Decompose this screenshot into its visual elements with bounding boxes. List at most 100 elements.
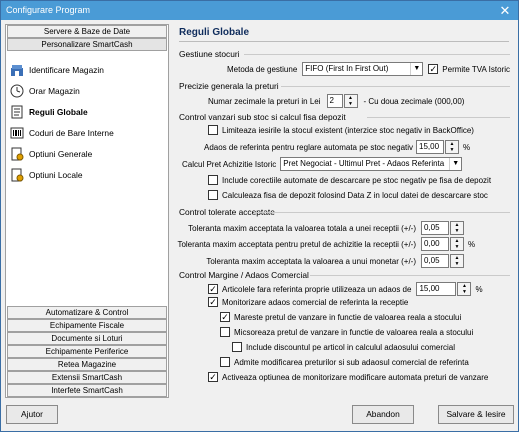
sidebar-tab[interactable]: Echipamente Periferice <box>7 345 167 358</box>
margin-option-row: Include discountul pe articol in calculu… <box>232 342 455 352</box>
calc-date-row: Calculeaza fisa de depozit folosind Data… <box>208 190 488 200</box>
calc-date-checkbox[interactable] <box>208 190 218 200</box>
tolerance-input[interactable]: 0,00 <box>421 237 449 251</box>
cancel-button[interactable]: Abandon <box>352 405 414 424</box>
sidebar-item-list: Identificare Magazin Orar Magazin Reguli G… <box>6 51 168 185</box>
own-markup-input[interactable]: 15,00 <box>416 282 457 296</box>
tolerance-stepper[interactable]: ▲ ▼ <box>450 237 464 251</box>
margin-option-checkbox[interactable]: ✓ <box>220 312 230 322</box>
calc-date-label: Calculeaza fisa de depozit folosind Data… <box>222 190 488 200</box>
sidebar-item-label: Optiuni Generale <box>29 148 93 159</box>
tolerance-stepper[interactable]: ▲ ▼ <box>450 221 464 235</box>
sidebar-item-label: Identificare Magazin <box>29 64 104 75</box>
margin-option-checkbox[interactable] <box>220 327 230 337</box>
tolerance-label: Toleranta maxim acceptata pentru pretul … <box>177 239 416 249</box>
title-bar: Configurare Program ✕ <box>1 1 518 20</box>
help-button[interactable]: Ajutor <box>6 405 58 424</box>
margin-option-row: ✓ Activeaza optiunea de monitorizare modi… <box>208 372 488 382</box>
margin-option-row: ✓ Mareste pretul de vanzare in functie de… <box>220 312 461 322</box>
own-markup-row: ✓ Articolele fara referinta proprie util… <box>208 282 483 296</box>
sidebar-item[interactable]: Identificare Magazin <box>10 59 168 80</box>
margin-option-checkbox[interactable]: ✓ <box>208 372 218 382</box>
store-icon <box>10 63 24 77</box>
configuration-window: Configurare Program ✕ Servere & Baze de … <box>0 0 519 432</box>
divider <box>367 117 510 118</box>
clock-icon <box>10 84 24 98</box>
purchase-price-value: Pret Negociat - Ultimul Pret - Adaos Ref… <box>283 159 445 168</box>
markup-reference-input[interactable]: 15,00 <box>416 140 445 154</box>
sidebar-item[interactable]: Optiuni Locale <box>10 164 168 185</box>
purchase-price-label: Calcul Pret Achizitie Istoric <box>182 159 277 169</box>
decimals-stepper[interactable]: ▲ ▼ <box>343 94 358 108</box>
include-corrections-checkbox[interactable] <box>208 175 218 185</box>
margin-option-checkbox[interactable]: ✓ <box>208 297 218 307</box>
margin-option-label: Include discountul pe articol in calculu… <box>246 342 456 352</box>
margin-option-label: Activeaza optiunea de monitorizare modif… <box>222 372 489 382</box>
tolerance-row: Toleranta maxim acceptata la valoarea a … <box>185 254 464 268</box>
margin-option-label: Mareste pretul de vanzare in functie de … <box>234 312 462 322</box>
close-icon[interactable]: ✕ <box>498 1 512 20</box>
decimals-label: Numar zecimale la preturi in Lei <box>208 96 321 106</box>
tolerance-unit: % <box>468 239 476 249</box>
sidebar-item-label: Optiuni Locale <box>29 169 83 180</box>
settings-doc-icon <box>10 147 24 161</box>
stock-method-select[interactable]: FIFO (First In First Out) ▼ <box>302 62 424 76</box>
sidebar-tab[interactable]: Extensii SmartCash <box>7 371 167 384</box>
limit-stock-checkbox[interactable] <box>208 125 218 135</box>
divider <box>244 54 510 55</box>
markup-reference-unit: % <box>463 142 471 152</box>
own-markup-label: Articolele fara referinta proprie utiliz… <box>222 284 412 294</box>
sidebar-item[interactable]: Coduri de Bare Interne <box>10 122 168 143</box>
sidebar-tab[interactable]: Retea Magazine <box>7 358 167 371</box>
tolerance-label: Toleranta maxim acceptata la valoarea a … <box>206 256 416 266</box>
tab-personalize-smartcash[interactable]: Personalizare SmartCash <box>7 38 167 51</box>
margin-option-row: ✓ Monitorizare adaos comercial de referin… <box>208 297 408 307</box>
purchase-price-select[interactable]: Pret Negociat - Ultimul Pret - Adaos Ref… <box>280 157 463 171</box>
sidebar-tab[interactable]: Echipamente Fiscale <box>7 319 167 332</box>
sidebar-item[interactable]: Orar Magazin <box>10 80 168 101</box>
margin-option-checkbox[interactable] <box>232 342 242 352</box>
tolerance-input[interactable]: 0,05 <box>421 254 449 268</box>
markup-reference-stepper[interactable]: ▲ ▼ <box>445 140 460 154</box>
tab-servers-databases[interactable]: Servere & Baze de Date <box>7 25 167 38</box>
tolerance-label: Toleranta maxim acceptata la valoarea to… <box>188 223 416 233</box>
own-markup-checkbox[interactable]: ✓ <box>208 284 218 294</box>
decimals-row: Numar zecimale la preturi in Lei 2 ▲ ▼ - … <box>208 94 464 108</box>
divider <box>281 86 510 87</box>
own-markup-unit: % <box>475 284 483 294</box>
chevron-down-icon[interactable]: ▼ <box>410 63 423 75</box>
title-divider <box>179 41 509 42</box>
settings-doc-icon <box>10 168 24 182</box>
margin-option-checkbox[interactable] <box>220 357 230 367</box>
stock-method-value: FIFO (First In First Out) <box>305 64 389 73</box>
markup-reference-row: Adaos de referinta pentru reglare automa… <box>204 140 470 154</box>
own-markup-stepper[interactable]: ▲ ▼ <box>457 282 472 296</box>
tolerance-row: Toleranta maxim acceptata la valoarea to… <box>185 221 464 235</box>
divider <box>310 275 510 276</box>
sidebar-item-label: Orar Magazin <box>29 85 80 96</box>
tolerance-stepper[interactable]: ▲ ▼ <box>450 254 464 268</box>
decimals-note: - Cu doua zecimale (000,00) <box>363 96 465 106</box>
divider <box>254 212 510 213</box>
markup-reference-label: Adaos de referinta pentru reglare automa… <box>204 142 414 152</box>
margin-option-label: Admite modificarea preturilor si sub ada… <box>234 357 469 367</box>
vat-history-label: Permite TVA Istoric <box>442 64 511 74</box>
sidebar-tab[interactable]: Documente si Loturi <box>7 332 167 345</box>
margin-option-row: Admite modificarea preturilor si sub ada… <box>220 357 469 367</box>
margin-option-row: Micsoreaza pretul de vanzare in functie … <box>220 327 473 337</box>
sidebar-tab[interactable]: Interfete SmartCash <box>7 384 167 397</box>
settings-panel: Reguli Globale Gestiune stocuri Metoda d… <box>174 24 515 398</box>
sidebar-item[interactable]: Optiuni Generale <box>10 143 168 164</box>
sidebar-tab[interactable]: Automatizare & Control <box>7 306 167 319</box>
section-margin-control: Control Margine / Adaos Comercial <box>179 270 309 280</box>
save-exit-button[interactable]: Salvare & Iesire <box>438 405 514 424</box>
settings-sidebar: Servere & Baze de Date Personalizare Sma… <box>5 24 169 398</box>
chevron-down-icon[interactable]: ▼ <box>449 158 462 170</box>
section-sales-control: Control vanzari sub stoc si calcul fisa … <box>179 112 346 122</box>
include-corrections-row: Include corectiile automate de descarcar… <box>208 175 491 185</box>
tolerance-input[interactable]: 0,05 <box>421 221 449 235</box>
decimals-input[interactable]: 2 <box>326 94 343 108</box>
vat-history-checkbox[interactable]: ✓ <box>428 64 439 74</box>
sidebar-item[interactable]: Reguli Globale <box>10 101 168 122</box>
limit-stock-row: Limiteaza iesirile la stocul existent (i… <box>208 125 474 135</box>
